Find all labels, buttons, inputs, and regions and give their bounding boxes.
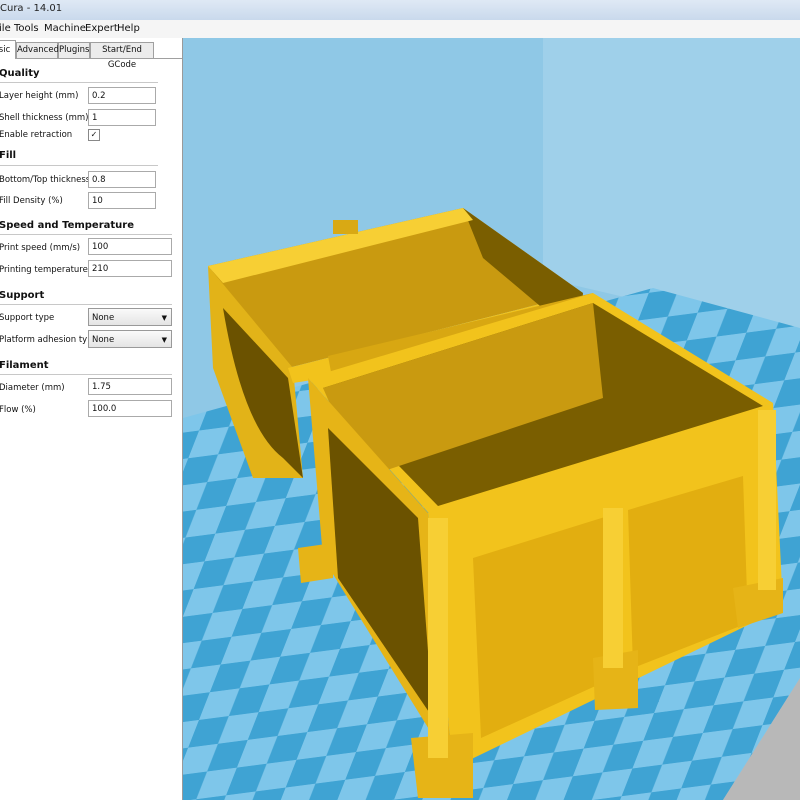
platform-adhesion-value: None [92,335,115,345]
menu-help[interactable]: Help [117,23,140,34]
scene[interactable] [183,38,800,800]
section-filament: Filament [0,360,49,371]
fill-density-input[interactable]: 10 [88,192,156,209]
support-type-label: Support type [0,313,55,323]
flow-input[interactable]: 100.0 [88,400,172,417]
settings-panel: Basic Advanced Plugins Start/End GCode Q… [0,38,183,800]
platform-adhesion-label: Platform adhesion type [0,335,98,345]
bottom-top-thickness-input[interactable]: 0.8 [88,171,156,188]
menu-expert[interactable]: Expert [85,23,118,34]
divider [0,82,158,83]
section-speed-temperature: Speed and Temperature [0,220,134,231]
tab-plugins[interactable]: Plugins [58,42,90,58]
dropdown-arrow-icon: ▼ [161,314,167,322]
divider [0,165,158,166]
menu-tools[interactable]: Tools [14,23,39,34]
divider [0,374,172,375]
support-type-select[interactable]: None ▼ [88,308,172,326]
settings-tabs: Basic Advanced Plugins Start/End GCode [0,40,182,70]
dropdown-arrow-icon: ▼ [161,336,167,344]
layer-height-label: Layer height (mm) [0,91,79,101]
shell-thickness-label: Shell thickness (mm) [0,113,89,123]
section-support: Support [0,290,45,301]
layer-height-input[interactable]: 0.2 [88,87,156,104]
diameter-input[interactable]: 1.75 [88,378,172,395]
3d-viewport[interactable] [183,38,800,800]
window-title: Cura - 14.01 [0,3,63,14]
section-quality: Quality [0,68,40,79]
tab-basic[interactable]: Basic [0,40,16,59]
enable-retraction-label: Enable retraction [0,130,73,140]
support-type-value: None [92,313,115,323]
enable-retraction-checkbox[interactable]: ✓ [88,129,100,141]
platform-adhesion-select[interactable]: None ▼ [88,330,172,348]
print-speed-input[interactable]: 100 [88,238,172,255]
title-bar: Cura - 14.01 [0,0,800,21]
menu-file[interactable]: File [0,23,11,34]
divider [0,234,172,235]
tab-advanced[interactable]: Advanced [16,42,59,58]
divider [0,304,172,305]
diameter-label: Diameter (mm) [0,383,65,393]
print-speed-label: Print speed (mm/s) [0,243,81,253]
shell-thickness-input[interactable]: 1 [88,109,156,126]
menu-bar: File Tools Machine Expert Help [0,20,800,39]
flow-label: Flow (%) [0,405,36,415]
menu-machine[interactable]: Machine [44,23,86,34]
fill-density-label: Fill Density (%) [0,196,63,206]
section-fill: Fill [0,150,17,161]
printing-temperature-input[interactable]: 210 [88,260,172,277]
tab-start-end-gcode[interactable]: Start/End GCode [90,42,154,70]
